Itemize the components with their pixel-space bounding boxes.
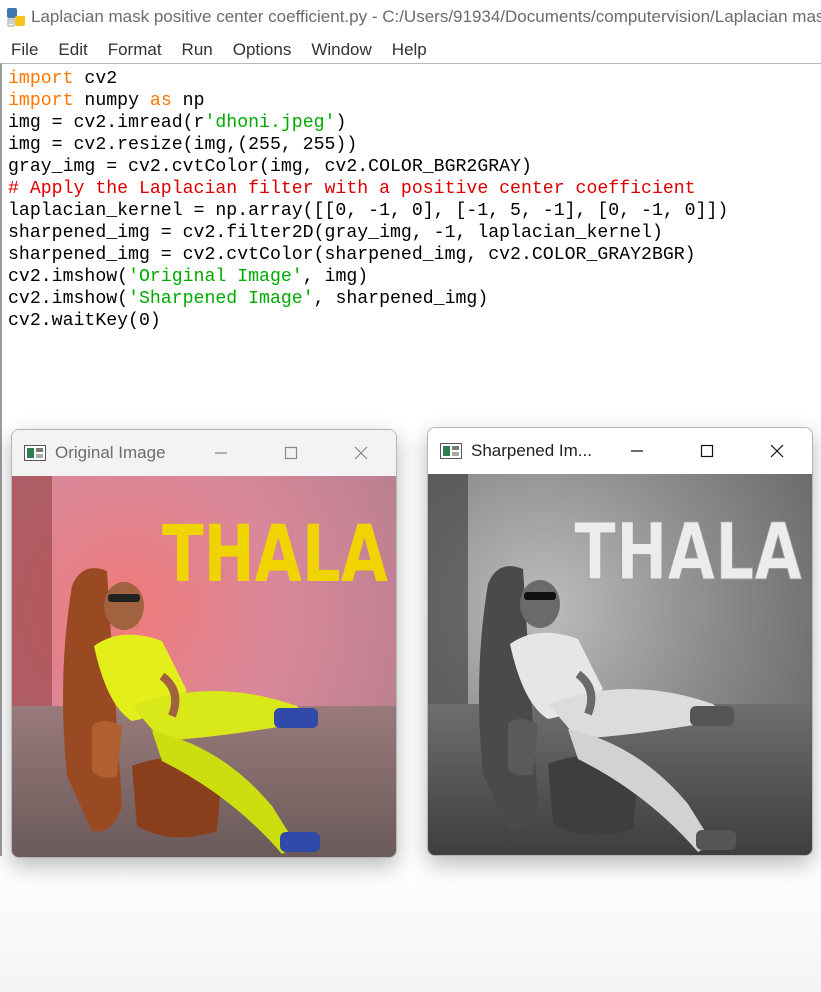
code-line[interactable]: img = cv2.imread(r'dhoni.jpeg') bbox=[8, 113, 346, 133]
menu-format[interactable]: Format bbox=[98, 36, 172, 63]
code-line[interactable]: gray_img = cv2.cvtColor(img, cv2.COLOR_B… bbox=[8, 157, 532, 177]
code-line[interactable]: cv2.imshow('Original Image', img) bbox=[8, 267, 368, 287]
sharpened-image-title: Sharpened Im... bbox=[471, 441, 592, 460]
close-icon bbox=[770, 444, 784, 458]
code-text[interactable]: import cv2 import numpy as np img = cv2.… bbox=[8, 68, 728, 332]
code-line[interactable]: # Apply the Laplacian filter with a posi… bbox=[8, 179, 696, 199]
sharpened-image-title-bar[interactable]: Sharpened Im... bbox=[428, 428, 812, 474]
code-line[interactable]: import numpy as np bbox=[8, 91, 205, 111]
image-text-thala: THALA bbox=[574, 508, 802, 598]
opencv-window-icon bbox=[24, 445, 46, 461]
sharpened-image-window[interactable]: Sharpened Im... THALA bbox=[427, 427, 813, 856]
menu-file[interactable]: File bbox=[0, 36, 48, 63]
code-line[interactable]: cv2.imshow('Sharpened Image', sharpened_… bbox=[8, 289, 488, 309]
minimize-button[interactable] bbox=[602, 428, 672, 474]
menu-run[interactable]: Run bbox=[172, 36, 223, 63]
close-button[interactable] bbox=[326, 430, 396, 476]
maximize-button[interactable] bbox=[256, 430, 326, 476]
sharpened-image: THALA bbox=[428, 474, 812, 855]
original-image-window[interactable]: Original Image THALA bbox=[11, 429, 397, 858]
maximize-icon bbox=[284, 446, 298, 460]
opencv-window-icon bbox=[440, 443, 462, 459]
minimize-icon bbox=[631, 450, 643, 452]
minimize-button[interactable] bbox=[186, 430, 256, 476]
python-icon bbox=[7, 8, 25, 27]
code-line[interactable]: cv2.waitKey(0) bbox=[8, 311, 161, 331]
image-text-thala: THALA bbox=[162, 510, 388, 600]
minimize-icon bbox=[215, 452, 227, 454]
window-title: Laplacian mask positive center coefficie… bbox=[31, 7, 821, 26]
code-line[interactable]: sharpened_img = cv2.cvtColor(sharpened_i… bbox=[8, 245, 696, 265]
code-line[interactable]: img = cv2.resize(img,(255, 255)) bbox=[8, 135, 357, 155]
code-line[interactable]: import cv2 bbox=[8, 69, 117, 89]
empty-editor-area bbox=[0, 856, 821, 992]
menu-window[interactable]: Window bbox=[301, 36, 381, 63]
original-image-title: Original Image bbox=[55, 443, 166, 462]
original-image-title-bar[interactable]: Original Image bbox=[12, 430, 396, 476]
close-button[interactable] bbox=[742, 428, 812, 474]
editor-title-bar[interactable]: Laplacian mask positive center coefficie… bbox=[0, 0, 821, 34]
code-line[interactable]: sharpened_img = cv2.filter2D(gray_img, -… bbox=[8, 223, 663, 243]
menu-help[interactable]: Help bbox=[382, 36, 437, 63]
maximize-button[interactable] bbox=[672, 428, 742, 474]
maximize-icon bbox=[700, 444, 714, 458]
menu-edit[interactable]: Edit bbox=[48, 36, 97, 63]
original-image: THALA bbox=[12, 476, 396, 857]
code-line[interactable]: laplacian_kernel = np.array([[0, -1, 0],… bbox=[8, 201, 728, 221]
menu-bar: File Edit Format Run Options Window Help bbox=[0, 36, 821, 63]
close-icon bbox=[354, 446, 368, 460]
menu-options[interactable]: Options bbox=[223, 36, 302, 63]
